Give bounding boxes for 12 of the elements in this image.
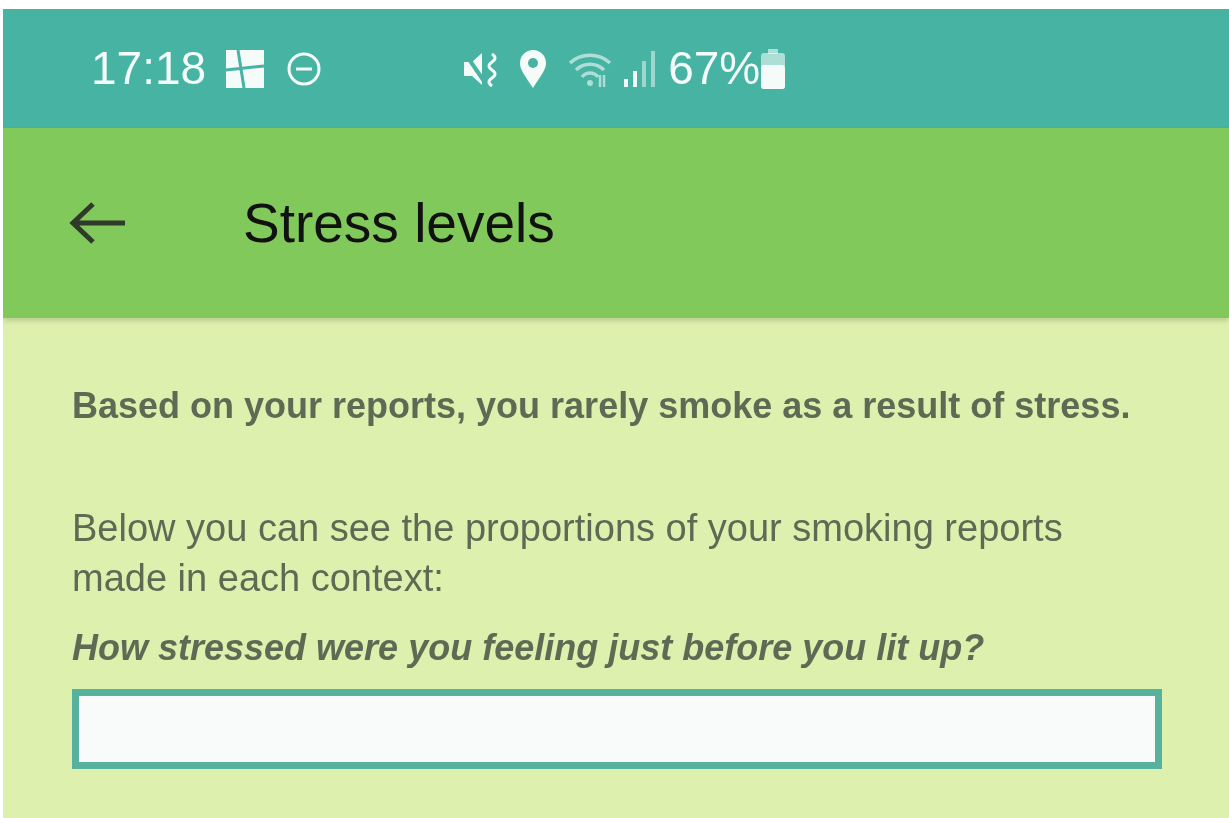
signal-icon — [622, 48, 657, 89]
intro-text: Below you can see the proportions of your smoking reports made in each context: — [72, 506, 1064, 601]
summary-text: Based on your reports, you rarely smoke as a result of stress. — [72, 384, 1132, 428]
status-time: 17:18 — [91, 41, 207, 96]
screen-title: Stress levels — [243, 191, 555, 256]
question-text: How stressed were you feeling just before you lit up? — [72, 626, 986, 670]
battery-icon — [760, 47, 787, 90]
image-icon — [224, 47, 267, 90]
do-not-disturb-icon — [286, 50, 323, 87]
battery-percent: 67% — [668, 41, 761, 96]
location-icon — [518, 48, 549, 89]
back-arrow-icon[interactable] — [69, 201, 127, 245]
